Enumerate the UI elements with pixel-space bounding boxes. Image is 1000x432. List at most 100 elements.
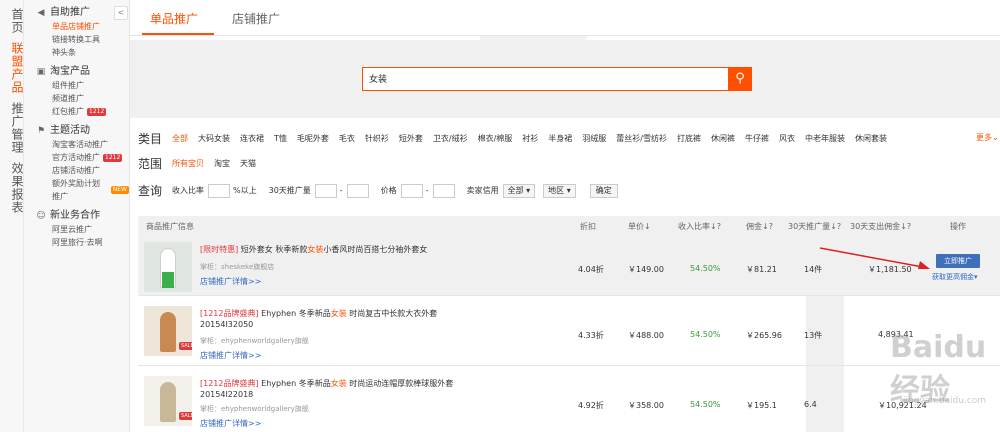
header-sales30[interactable]: 30天推广量↓?	[788, 221, 841, 232]
search-button[interactable]: ⚲	[728, 67, 752, 91]
query-row: 查询 收入比率 %以上 30天推广量 - 价格 - 卖家信用 全部 ▾ 地区 ▾…	[138, 182, 618, 199]
sidebar-item-shop-activity[interactable]: 店铺活动推广	[36, 164, 129, 177]
active-tab-indicator	[142, 33, 214, 35]
category-item[interactable]: 中老年服装	[805, 133, 845, 144]
price: ￥358.00	[628, 401, 664, 410]
shop-detail-link[interactable]: 店铺推广详情>>	[200, 276, 261, 287]
tab-shop-promo[interactable]: 店铺推广	[232, 10, 280, 27]
region-select[interactable]: 地区 ▾	[543, 183, 576, 198]
vnav-reports[interactable]: 效果报表	[0, 162, 24, 214]
product-thumbnail[interactable]: SALE	[144, 376, 192, 426]
income-ratio-input[interactable]	[208, 183, 230, 198]
price-max-input[interactable]	[432, 183, 455, 198]
sidebar-group-title: 淘宝产品	[50, 66, 90, 77]
product-thumbnail[interactable]: SALE	[144, 306, 192, 356]
vnav-home[interactable]: 首页	[0, 8, 24, 34]
category-item[interactable]: 毛衣	[339, 133, 355, 144]
ratio: 54.50%	[690, 330, 721, 339]
price: ￥488.00	[628, 331, 664, 340]
sidebar: ◀ 自助推广 单品店铺推广 链接转换工具 神头条 ▣ 淘宝产品 组件推广 频道推广 …	[24, 0, 130, 432]
category-item[interactable]: 卫衣/绒衫	[433, 133, 468, 144]
more-categories-link[interactable]: 更多⌄	[976, 132, 999, 143]
category-item[interactable]: 休闲套装	[855, 133, 887, 144]
category-item[interactable]: 连衣裙	[240, 133, 264, 144]
product-thumbnail[interactable]	[144, 242, 192, 292]
category-item[interactable]: 牛仔裤	[745, 133, 769, 144]
flag-icon: ⚑	[36, 126, 46, 136]
discount: 4.92折	[578, 401, 604, 410]
seller-credit-select[interactable]: 全部 ▾	[502, 183, 536, 198]
ratio: 54.50%	[690, 264, 721, 273]
category-item[interactable]: 毛呢外套	[297, 133, 329, 144]
vnav-promo-manage[interactable]: 推广管理	[0, 102, 24, 154]
sidebar-item-tbk-activity[interactable]: 淘宝客活动推广	[36, 138, 129, 151]
category-item[interactable]: 羽绒服	[582, 133, 606, 144]
price-min-input[interactable]	[400, 183, 423, 198]
category-item[interactable]: 大码女装	[198, 133, 230, 144]
discount: 4.04折	[578, 265, 604, 274]
sidebar-group-taobao: ▣ 淘宝产品 组件推广 频道推广 红包推广 1212	[24, 59, 129, 118]
category-item[interactable]: 半身裙	[548, 133, 572, 144]
user-icon: ☺	[36, 211, 46, 221]
sidebar-group-title: 新业务合作	[50, 210, 100, 221]
confirm-button[interactable]: 确定	[589, 183, 618, 198]
scope-item[interactable]: 淘宝	[214, 158, 230, 169]
category-item[interactable]: 风衣	[779, 133, 795, 144]
sidebar-item-official-activity[interactable]: 官方活动推广 1212	[36, 151, 129, 164]
sales-30-label: 30天推广量	[268, 186, 311, 195]
new-badge: NEW	[110, 186, 129, 194]
sale-badge: SALE	[179, 342, 192, 350]
main: 单品推广 店铺推广 ⚲ 类目 全部 大码女装 连衣裙 T恤 毛呢外套 毛衣 针织…	[130, 0, 1000, 432]
shop-detail-link[interactable]: 店铺推广详情>>	[200, 350, 261, 361]
tab-single-promo[interactable]: 单品推广	[150, 10, 198, 27]
category-item[interactable]: 棉衣/棉服	[478, 133, 513, 144]
sales-min-input[interactable]	[314, 183, 337, 198]
tab-bar: 单品推广 店铺推广	[130, 0, 1000, 36]
promote-now-button[interactable]: 立即推广	[936, 254, 980, 268]
commission: ￥195.1	[746, 401, 777, 410]
header-spent30[interactable]: 30天支出佣金↓?	[850, 221, 911, 232]
category-row: 类目 全部 大码女装 连衣裙 T恤 毛呢外套 毛衣 针织衫 短外套 卫衣/绒衫 …	[138, 130, 897, 147]
sort-icon: ↓	[900, 222, 907, 231]
search-input[interactable]	[369, 73, 729, 83]
sidebar-item-alitrip[interactable]: 阿里旅行·去啊	[36, 236, 129, 249]
vnav-products[interactable]: 联盟产品	[0, 42, 24, 94]
product-title[interactable]: [1212品牌盛典] Ehyphen 冬季新品女装 时尚复古中长款大衣外套 201…	[200, 308, 500, 330]
scope-item[interactable]: 天猫	[240, 158, 256, 169]
collapse-sidebar-button[interactable]: <	[114, 6, 128, 20]
sidebar-item-redpacket[interactable]: 红包推广 1212	[36, 105, 129, 118]
sort-down-icon: ↓	[644, 222, 651, 231]
sales-max-input[interactable]	[346, 183, 369, 198]
product-figure-pants	[162, 272, 174, 288]
header-commission[interactable]: 佣金↓?	[746, 221, 773, 232]
sidebar-item-aliyun[interactable]: 阿里云推广	[36, 223, 129, 236]
shop-detail-link[interactable]: 店铺推广详情>>	[200, 418, 261, 429]
category-item[interactable]: 针织衫	[365, 133, 389, 144]
sidebar-item-widget[interactable]: 组件推广	[36, 79, 129, 92]
commission: ￥265.96	[746, 331, 782, 340]
header-discount[interactable]: 折扣	[580, 221, 596, 232]
category-item[interactable]: 休闲裤	[711, 133, 735, 144]
category-item[interactable]: 蕾丝衫/雪纺衫	[616, 133, 667, 144]
sidebar-item-link-tool[interactable]: 链接转换工具	[36, 33, 129, 46]
category-item[interactable]: 全部	[172, 133, 188, 144]
get-more-commission-link[interactable]: 获取更高佣金▾	[932, 272, 978, 282]
category-item[interactable]: 衬衫	[522, 133, 538, 144]
sidebar-item-single-shop[interactable]: 单品店铺推广	[36, 20, 129, 33]
category-item[interactable]: 短外套	[399, 133, 423, 144]
product-title[interactable]: [1212品牌盛典] Ehyphen 冬季新品女装 时尚运动连帽厚款棒球服外套 2…	[200, 378, 500, 400]
scope-item[interactable]: 所有宝贝	[172, 158, 204, 169]
sidebar-item-extra-reward[interactable]: 额外奖励计划推广 NEW	[36, 177, 129, 203]
sidebar-item-headline[interactable]: 神头条	[36, 46, 129, 59]
help-icon: ?	[906, 222, 912, 231]
header-ratio[interactable]: 收入比率↓?	[678, 221, 721, 232]
box-icon: ▣	[36, 67, 46, 77]
category-item[interactable]: T恤	[274, 133, 287, 144]
product-title[interactable]: [限时特惠] 短外套女 秋季新款女装小香风时尚百搭七分袖外套女	[200, 244, 500, 255]
dash: -	[339, 186, 343, 195]
category-item[interactable]: 打底裤	[677, 133, 701, 144]
sidebar-group-theme: ⚑ 主题活动 淘宝客活动推广 官方活动推广 1212 店铺活动推广 额外奖励计划推广…	[24, 118, 129, 203]
header-price[interactable]: 单价↓	[628, 221, 651, 232]
sort-icon: ↓	[710, 222, 717, 231]
sidebar-item-channel[interactable]: 频道推广	[36, 92, 129, 105]
